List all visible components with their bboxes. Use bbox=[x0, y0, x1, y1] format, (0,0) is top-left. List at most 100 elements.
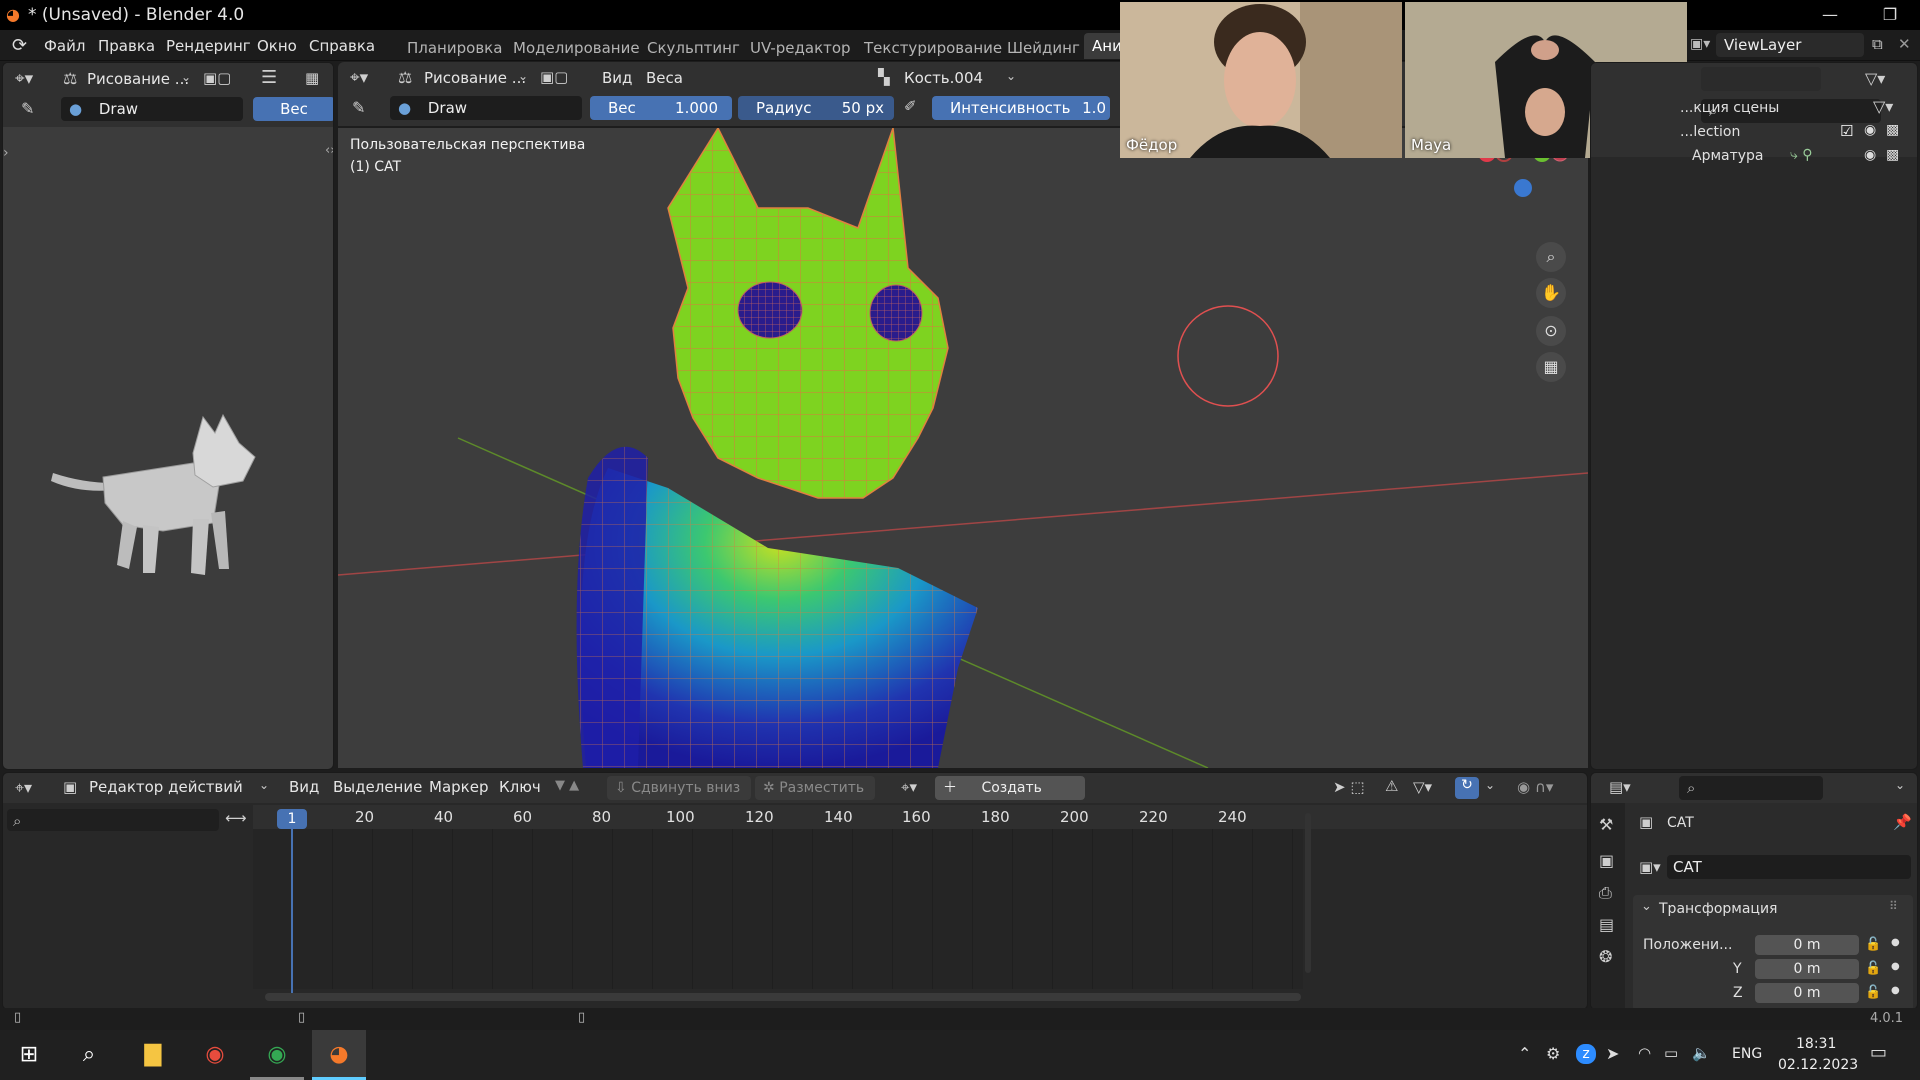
swap-arrows-icon[interactable]: ⟷ bbox=[225, 809, 247, 827]
mode-dropdown[interactable]: Рисование ... bbox=[87, 70, 189, 88]
snapping-icon[interactable]: ↻ bbox=[1455, 777, 1479, 799]
tab-uv-editing[interactable]: UV-редактор bbox=[750, 39, 851, 57]
select-tool-icon[interactable]: ➤ ⬚ bbox=[1333, 778, 1365, 796]
properties-search[interactable]: ⌕ bbox=[1679, 776, 1823, 800]
tool-tab-icon[interactable]: ⚒ bbox=[1599, 815, 1613, 834]
view-layer-tab-icon[interactable]: ▤ bbox=[1599, 915, 1614, 934]
channel-search[interactable]: ⌕ bbox=[7, 809, 219, 831]
lock-icon[interactable]: 🔓 bbox=[1865, 985, 1881, 1000]
blender-taskbar-icon[interactable]: ◕ bbox=[312, 1030, 366, 1080]
new-view-layer-icon[interactable]: ⧉ bbox=[1872, 35, 1883, 53]
editor-type-icon[interactable]: ▤▾ bbox=[1609, 778, 1631, 796]
filter-icon[interactable]: ▽▾ bbox=[1413, 778, 1432, 796]
video-tile-fedor[interactable]: Фёдор bbox=[1120, 2, 1402, 158]
tab-texture-paint[interactable]: Текстурирование bbox=[864, 39, 1002, 57]
render-tab-icon[interactable]: ▣ bbox=[1599, 851, 1614, 870]
weights-menu[interactable]: Веса bbox=[646, 69, 683, 87]
pen-pressure-icon[interactable]: ✐ bbox=[904, 97, 917, 115]
file-explorer-icon[interactable]: ▇ bbox=[126, 1030, 180, 1080]
output-tab-icon[interactable]: ⎙ bbox=[1599, 883, 1612, 903]
hand-pan-icon[interactable]: ✋ bbox=[1536, 278, 1566, 308]
search-icon[interactable]: ⌕ bbox=[62, 1030, 116, 1080]
editor-type-icon[interactable]: ⌖▾ bbox=[15, 778, 32, 798]
scene-tab-icon[interactable]: ❂ bbox=[1599, 947, 1612, 966]
location-x-field[interactable]: 0 m bbox=[1755, 935, 1859, 955]
clock-time[interactable]: 18:31 bbox=[1796, 1036, 1836, 1052]
mode-dropdown[interactable]: Рисование ... bbox=[424, 69, 526, 87]
brush-icon[interactable]: ✎ bbox=[352, 98, 365, 117]
notifications-icon[interactable]: ▭ bbox=[1870, 1042, 1887, 1063]
push-down-button[interactable]: ⇩ Сдвинуть вниз bbox=[607, 776, 751, 800]
wifi-icon[interactable]: ◠ bbox=[1638, 1044, 1651, 1062]
menu-help[interactable]: Справка bbox=[309, 37, 375, 55]
clock-date[interactable]: 02.12.2023 bbox=[1778, 1057, 1858, 1073]
object-name-field[interactable]: CAT bbox=[1667, 855, 1911, 879]
camera-render-icon[interactable]: ▩ bbox=[1886, 147, 1899, 163]
editor-type-icon[interactable]: ⌖▾ bbox=[15, 69, 33, 89]
strength-slider[interactable]: Интенсивность 1.0 bbox=[932, 96, 1110, 120]
steam-icon[interactable]: ⚙ bbox=[1546, 1044, 1560, 1063]
telegram-icon[interactable]: ➤ bbox=[1606, 1044, 1619, 1063]
zoom-icon[interactable]: ⌕ bbox=[1536, 242, 1566, 272]
brush-icon[interactable]: ✎ bbox=[21, 99, 34, 118]
brush-selector[interactable]: ● Draw bbox=[390, 96, 582, 120]
battery-icon[interactable]: ▭ bbox=[1664, 1044, 1678, 1062]
volume-icon[interactable]: 🔈 bbox=[1692, 1044, 1711, 1062]
stash-button[interactable]: ✲ Разместить bbox=[755, 776, 875, 800]
grid-ortho-icon[interactable]: ▦ bbox=[1536, 352, 1566, 382]
editor-type-icon[interactable]: ⌖▾ bbox=[350, 68, 368, 88]
region-toggle-icon[interactable]: › bbox=[3, 145, 9, 161]
tab-modeling[interactable]: Моделирование bbox=[513, 39, 640, 57]
outliner-search[interactable] bbox=[1701, 67, 1821, 91]
camera-icon[interactable]: ⊙ bbox=[1536, 316, 1566, 346]
weight-slider[interactable]: Вес 1.000 bbox=[590, 96, 732, 120]
close-icon[interactable]: ✕ bbox=[1898, 35, 1911, 53]
object-type-icon[interactable]: ▣▾ bbox=[1639, 858, 1661, 876]
tray-chevron-icon[interactable]: ⌃ bbox=[1518, 1044, 1531, 1063]
menu-marker[interactable]: Маркер bbox=[429, 778, 488, 796]
action-browse-icon[interactable]: ⌖▾ bbox=[901, 778, 917, 796]
menu-edit[interactable]: Правка bbox=[98, 37, 155, 55]
view-layer-field[interactable]: ViewLayer bbox=[1716, 33, 1864, 57]
camera-render-icon[interactable]: ▩ bbox=[1886, 122, 1899, 138]
keyframe-dot-icon[interactable]: ● bbox=[1891, 937, 1900, 948]
mask-toggle-icon[interactable]: ▣▢ bbox=[540, 68, 568, 86]
drag-handle-icon[interactable]: ⠿ bbox=[1889, 899, 1898, 913]
menu-select[interactable]: Выделение bbox=[333, 778, 422, 796]
brush-selector[interactable]: ● Draw bbox=[61, 97, 243, 121]
menu-lines-icon[interactable]: ☰ bbox=[261, 67, 277, 88]
tab-layout[interactable]: Планировка bbox=[407, 39, 502, 57]
warning-icon[interactable]: ⚠ bbox=[1385, 777, 1398, 795]
location-y-field[interactable]: 0 m bbox=[1755, 959, 1859, 979]
vertical-scrollbar[interactable] bbox=[1305, 813, 1311, 973]
keyframe-dot-icon[interactable]: ● bbox=[1891, 985, 1900, 996]
chrome-icon[interactable]: ◉ bbox=[188, 1030, 242, 1080]
new-action-button[interactable]: ＋ Создать bbox=[935, 776, 1085, 800]
bone-selector[interactable]: Кость.004 bbox=[904, 69, 983, 87]
layer-down-icon[interactable]: ▼ ▲ bbox=[555, 778, 579, 793]
radius-slider[interactable]: Радиус 50 px bbox=[738, 96, 894, 120]
menu-file[interactable]: Файл bbox=[44, 37, 85, 55]
editor-mode-dropdown[interactable]: Редактор действий bbox=[89, 778, 243, 796]
proportional-icon[interactable]: ◉ ∩▾ bbox=[1517, 778, 1553, 796]
filter-icon[interactable]: ▽▾ bbox=[1865, 69, 1885, 88]
location-z-field[interactable]: 0 m bbox=[1755, 983, 1859, 1003]
blender-menu-icon[interactable]: ⟳ bbox=[12, 35, 27, 56]
chevron-down-icon[interactable]: ⌄ bbox=[1895, 778, 1905, 792]
checkbox-icon[interactable]: ☑ bbox=[1840, 122, 1853, 140]
panel-resize-icon[interactable]: ‹› bbox=[325, 143, 333, 158]
horizontal-scrollbar[interactable] bbox=[265, 993, 1301, 1001]
windows-start-icon[interactable]: ⊞ bbox=[2, 1030, 56, 1080]
minimize-button[interactable]: — bbox=[1800, 0, 1860, 30]
tab-sculpting[interactable]: Скульптинг bbox=[647, 39, 740, 57]
menu-view[interactable]: Вид bbox=[289, 778, 319, 796]
weight-field[interactable]: Вес bbox=[253, 97, 333, 121]
chrome-icon-2[interactable]: ◉ bbox=[250, 1030, 304, 1080]
grid-icon[interactable]: ▦ bbox=[305, 69, 319, 87]
zoom-app-icon[interactable]: z bbox=[1576, 1044, 1596, 1064]
current-frame-indicator[interactable]: 1 bbox=[277, 809, 307, 829]
chevron-down-icon[interactable]: ⌄ bbox=[1485, 778, 1495, 792]
armature-label[interactable]: Арматура bbox=[1692, 148, 1764, 164]
timeline-grid[interactable] bbox=[253, 829, 1303, 989]
mask-toggle-icon[interactable]: ▣▢ bbox=[203, 69, 231, 87]
